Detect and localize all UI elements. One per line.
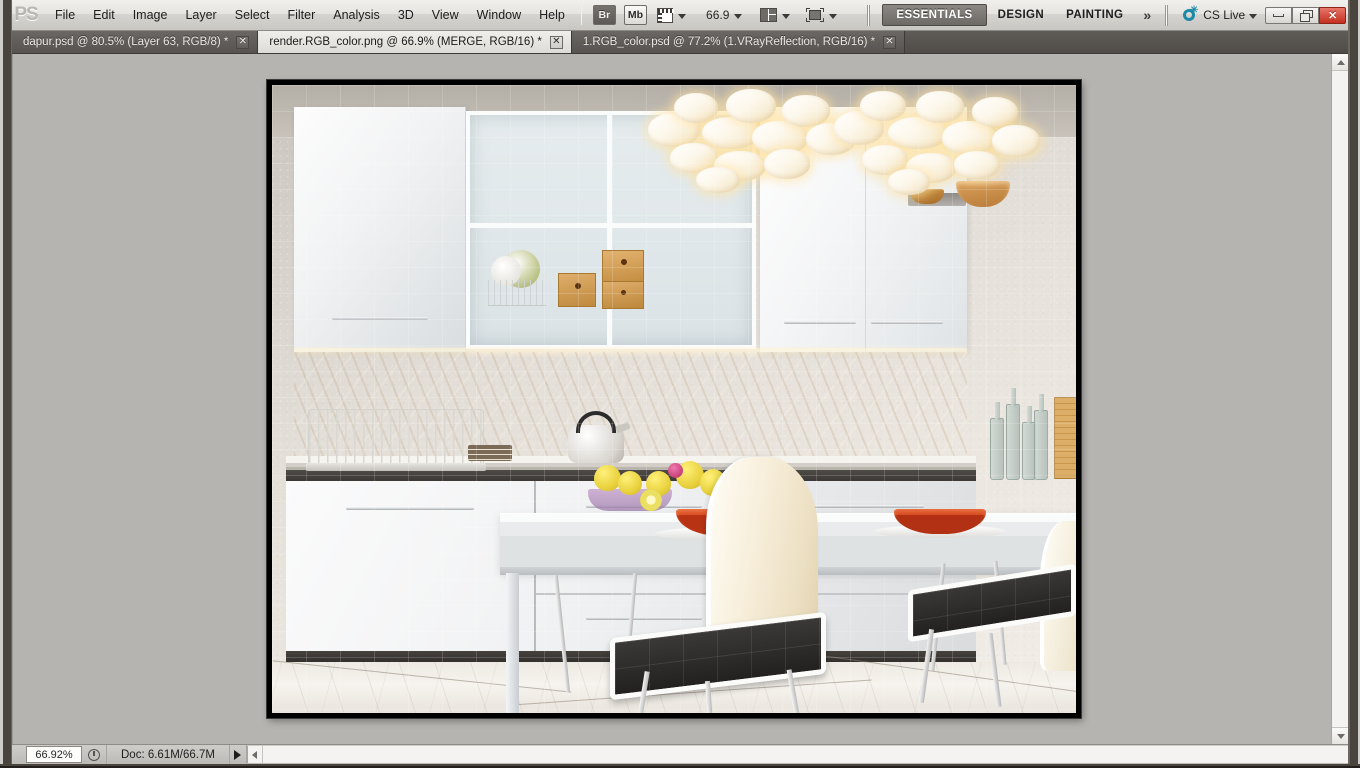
mini-bridge-button[interactable]: Mb [623, 5, 648, 25]
menu-layer[interactable]: Layer [176, 4, 225, 26]
menu-help[interactable]: Help [530, 4, 574, 26]
lemon-1 [594, 465, 621, 491]
chevron-down-icon [734, 13, 743, 19]
document-work-area[interactable] [12, 54, 1349, 744]
image-canvas[interactable] [272, 85, 1076, 713]
window-frame-bottom [0, 764, 1360, 768]
chevron-down-icon [1249, 13, 1258, 19]
close-icon[interactable]: ✕ [883, 35, 897, 49]
cs-live-icon: ✳ [1182, 6, 1198, 23]
document-tab-rgbcolor[interactable]: 1.RGB_color.psd @ 77.2% (1.VRayReflectio… [571, 31, 906, 53]
cs-live-label: CS Live [1203, 8, 1246, 22]
document-tab-dapur[interactable]: dapur.psd @ 80.5% (Layer 63, RGB/8) * ✕ [12, 31, 259, 53]
view-extras-button[interactable] [657, 7, 687, 23]
citrus-half [640, 489, 662, 511]
workspace-tab-painting[interactable]: PAINTING [1055, 4, 1134, 26]
cs-live-button[interactable]: ✳ CS Live [1182, 6, 1258, 23]
menu-analysis[interactable]: Analysis [324, 4, 389, 26]
canvas-horizontal-scrollbar[interactable] [246, 746, 1348, 763]
chair-foreground [610, 457, 850, 713]
chair-right-front [908, 521, 1076, 713]
status-menu-arrow[interactable] [228, 745, 247, 764]
timing-icon [82, 745, 106, 764]
bridge-button[interactable]: Br [592, 5, 616, 25]
workspace-switcher: ESSENTIALS DESIGN PAINTING » [882, 3, 1157, 27]
close-button[interactable]: ✕ [1319, 6, 1347, 24]
menu-bar: PS File Edit Image Layer Select Filter A… [0, 0, 1360, 31]
document-tab-label: 1.RGB_color.psd @ 77.2% (1.VRayReflectio… [582, 36, 876, 48]
restore-button[interactable] [1292, 6, 1320, 24]
cslive-divider [1165, 4, 1169, 26]
canvas-vertical-scrollbar[interactable] [1331, 54, 1349, 744]
workspace-tab-design[interactable]: DESIGN [987, 4, 1056, 26]
menu-view[interactable]: View [423, 4, 468, 26]
zoom-level-value: 66.9 [706, 8, 730, 22]
scroll-left-arrow[interactable] [248, 746, 263, 763]
lemon-2 [618, 471, 642, 495]
menu-window[interactable]: Window [468, 4, 530, 26]
window-frame-right [1348, 0, 1360, 768]
zoom-level-control[interactable]: 66.9 [694, 8, 743, 22]
menu-image[interactable]: Image [124, 4, 177, 26]
document-tab-label: render.RGB_color.png @ 66.9% (MERGE, RGB… [269, 36, 542, 48]
view-extras-icon [657, 7, 675, 23]
workspace-tab-essentials[interactable]: ESSENTIALS [882, 4, 987, 26]
close-icon[interactable]: ✕ [549, 35, 563, 49]
menu-select[interactable]: Select [226, 4, 279, 26]
minimize-button[interactable] [1265, 6, 1293, 24]
menu-3d[interactable]: 3D [389, 4, 423, 26]
workspace-more-icon[interactable]: » [1134, 3, 1157, 27]
canvas-frame [267, 80, 1081, 718]
chair-back-right [272, 85, 1076, 713]
close-icon[interactable]: ✕ [236, 35, 250, 49]
photoshop-logo: PS [14, 4, 38, 25]
scroll-up-arrow[interactable] [1332, 54, 1349, 71]
workspace-divider [867, 4, 871, 26]
menu-edit[interactable]: Edit [84, 4, 124, 26]
photoshop-window: PS File Edit Image Layer Select Filter A… [0, 0, 1360, 768]
status-bar: 66.92% Doc: 6.61M/66.7M [12, 744, 1348, 764]
screen-mode-button[interactable] [806, 8, 838, 22]
document-tab-bar: dapur.psd @ 80.5% (Layer 63, RGB/8) * ✕ … [12, 31, 1348, 54]
chevron-down-icon [782, 13, 791, 19]
dining-table-leg [506, 573, 519, 713]
arrange-documents-icon [760, 8, 778, 22]
document-tab-label: dapur.psd @ 80.5% (Layer 63, RGB/8) * [23, 36, 229, 48]
chevron-down-icon [678, 13, 687, 19]
menu-filter[interactable]: Filter [278, 4, 324, 26]
window-controls: ✕ [1265, 6, 1347, 24]
document-tab-render[interactable]: render.RGB_color.png @ 66.9% (MERGE, RGB… [258, 31, 572, 53]
menu-file[interactable]: File [46, 4, 84, 26]
scroll-down-arrow[interactable] [1332, 727, 1349, 744]
window-frame-left [0, 0, 12, 768]
arrange-documents-button[interactable] [760, 8, 791, 22]
chevron-down-icon [829, 13, 838, 19]
status-doc-info: Doc: 6.61M/66.7M [106, 745, 229, 764]
menu-divider [580, 5, 582, 25]
status-zoom-field[interactable]: 66.92% [26, 746, 82, 763]
screen-mode-icon [806, 8, 825, 22]
